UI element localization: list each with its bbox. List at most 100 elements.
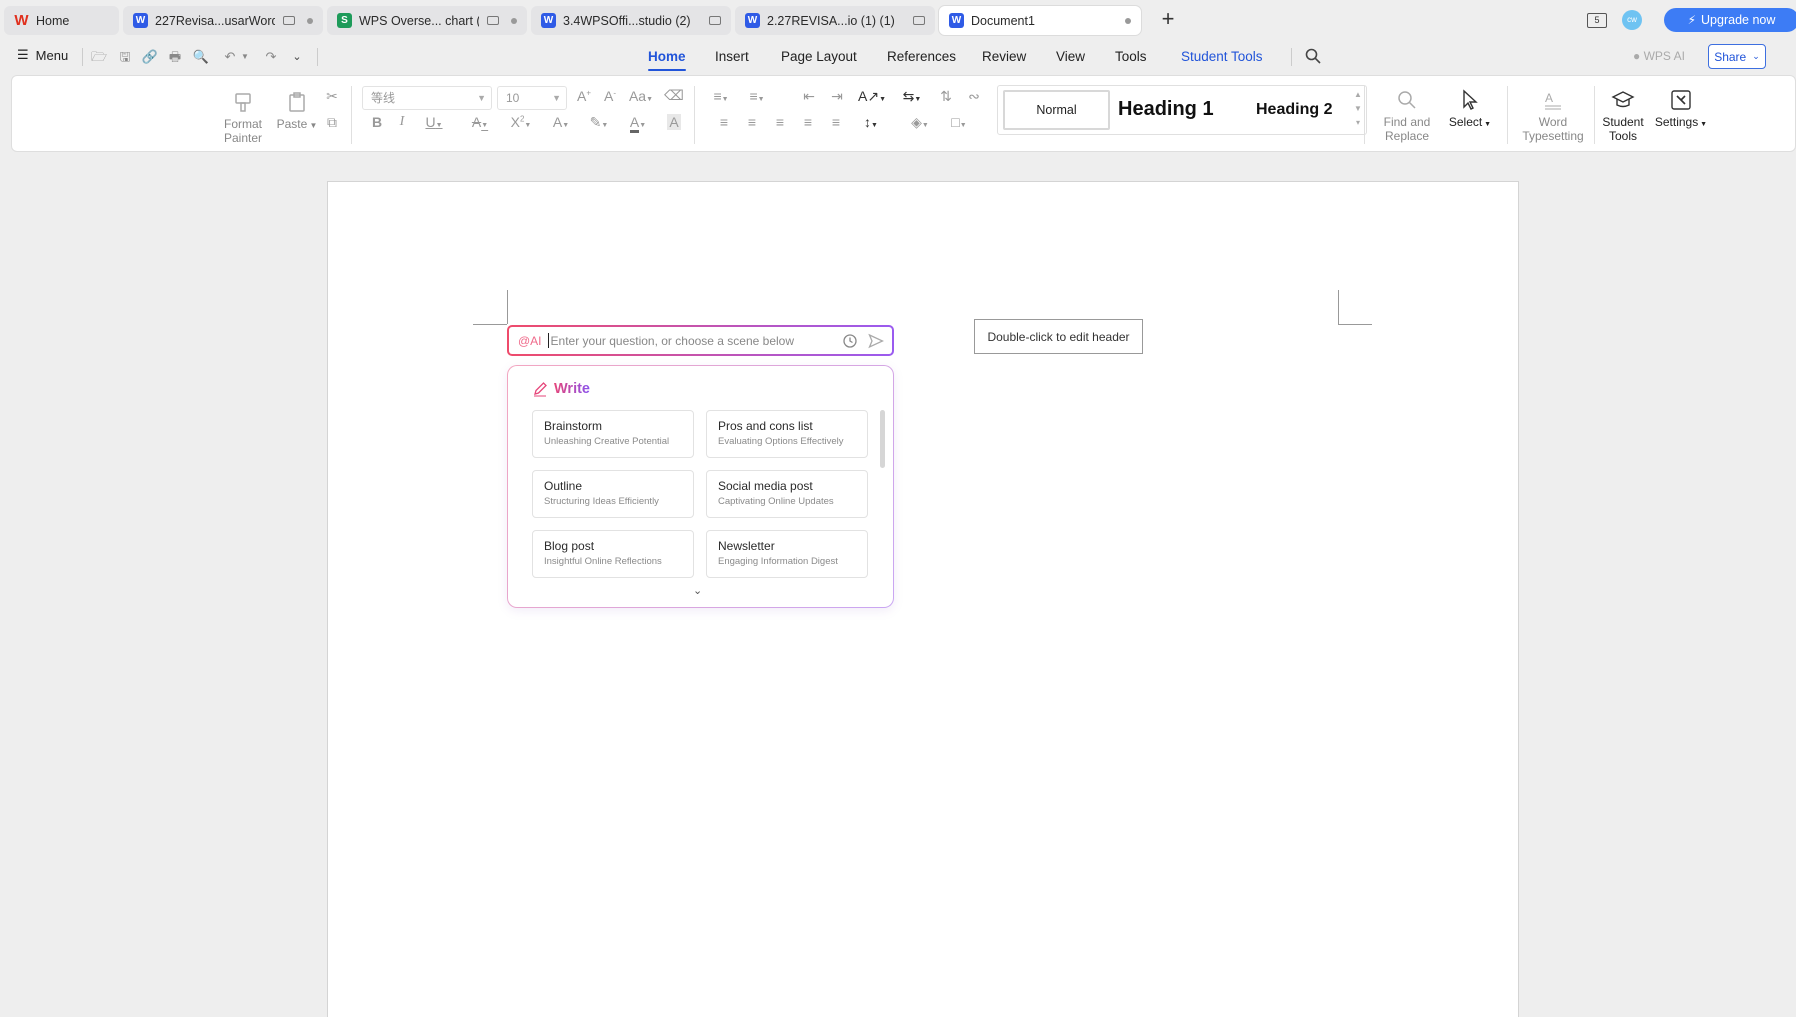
sort-icon[interactable]: ⇅	[934, 88, 958, 105]
highlight-icon[interactable]: ✎▼	[583, 114, 615, 131]
send-icon[interactable]	[868, 333, 884, 349]
monitor-icon[interactable]	[709, 16, 721, 25]
font-size-select[interactable]: 10 ▼	[497, 86, 567, 110]
tab-student-tools[interactable]: Student Tools	[1181, 49, 1263, 64]
scene-card-outline[interactable]: Outline Structuring Ideas Efficiently	[532, 470, 694, 518]
unsaved-dot-icon[interactable]	[511, 17, 517, 24]
cut-icon[interactable]: ✂	[320, 88, 344, 105]
divider	[1594, 86, 1595, 144]
superscript-icon[interactable]: X2▼	[505, 114, 537, 130]
increase-indent-icon[interactable]: ⇥	[825, 88, 849, 105]
tab-insert[interactable]: Insert	[715, 49, 749, 64]
find-replace-button[interactable]: Find and Replace	[1377, 88, 1437, 143]
borders-icon[interactable]: □▼	[944, 114, 974, 130]
scene-card-brainstorm[interactable]: Brainstorm Unleashing Creative Potential	[532, 410, 694, 458]
paste-button[interactable]: Paste ▼	[274, 90, 320, 131]
tab-label: WPS Overse... chart (5)	[359, 13, 479, 28]
tab-page-layout[interactable]: Page Layout	[781, 49, 857, 64]
monitor-icon[interactable]	[283, 16, 295, 25]
avatar[interactable]: cw	[1622, 10, 1642, 30]
menu-button[interactable]: ☰ Menu	[17, 47, 68, 63]
font-name-select[interactable]: 等线 ▼	[362, 86, 492, 110]
panel-scrollbar[interactable]	[880, 410, 885, 468]
bullets-icon[interactable]: ≡▼	[706, 88, 736, 104]
share-link-icon[interactable]: 🔗	[141, 48, 159, 66]
style-heading-2[interactable]: Heading 2	[1256, 101, 1332, 119]
styles-gallery: Normal Heading 1 Heading 2 ▲ ▼ ▾	[997, 85, 1367, 135]
justify-icon[interactable]: ≡	[796, 114, 820, 130]
print-preview-icon[interactable]: 🔍	[192, 48, 210, 66]
scene-card-newsletter[interactable]: Newsletter Engaging Information Digest	[706, 530, 868, 578]
tab-document[interactable]: W 2.27REVISA...io (1) (1)	[735, 6, 935, 35]
unsaved-dot-icon[interactable]	[307, 17, 313, 24]
decrease-indent-icon[interactable]: ⇤	[797, 88, 821, 105]
font-color-icon[interactable]: A▼	[622, 114, 654, 133]
tab-home-ribbon[interactable]: Home	[648, 49, 686, 71]
style-heading-1[interactable]: Heading 1	[1118, 98, 1214, 121]
change-case-icon[interactable]: Aa▼	[626, 88, 656, 104]
student-tools-button[interactable]: Student Tools	[1599, 88, 1647, 143]
new-tab-icon[interactable]: +	[1158, 7, 1178, 31]
tab-review[interactable]: Review	[982, 49, 1026, 64]
divider	[1291, 48, 1292, 66]
style-normal[interactable]: Normal	[1003, 90, 1110, 130]
underline-icon[interactable]: U▼	[419, 114, 449, 130]
tab-document[interactable]: W 3.4WPSOffi...studio (2)	[531, 6, 731, 35]
format-painter-button[interactable]: Format Painter	[220, 90, 266, 145]
history-icon[interactable]	[842, 333, 858, 349]
window-count-icon[interactable]: 5	[1587, 13, 1607, 28]
share-button[interactable]: Share ⌄	[1708, 44, 1766, 69]
tab-home[interactable]: W Home	[4, 6, 119, 35]
select-button[interactable]: Select ▼	[1444, 88, 1496, 129]
align-center-icon[interactable]: ≡	[740, 114, 764, 130]
tab-view[interactable]: View	[1056, 49, 1085, 64]
document-page[interactable]	[327, 181, 1519, 1017]
scene-card-social-media[interactable]: Social media post Captivating Online Upd…	[706, 470, 868, 518]
tab-document[interactable]: S WPS Overse... chart (5)	[327, 6, 527, 35]
copy-icon[interactable]: ⧉	[320, 114, 344, 131]
show-marks-icon[interactable]: ∾	[962, 88, 986, 105]
distributed-icon[interactable]: ≡	[824, 114, 848, 130]
text-direction-icon[interactable]: A↗▼	[857, 88, 887, 105]
expand-chevron-icon[interactable]: ⌄	[693, 584, 702, 597]
align-left-icon[interactable]: ≡	[712, 114, 736, 130]
bold-icon[interactable]: B	[365, 114, 389, 130]
customize-chevron-icon[interactable]: ⌄	[288, 48, 306, 66]
tab-references[interactable]: References	[887, 49, 956, 64]
character-shading-icon[interactable]: A	[662, 114, 686, 130]
line-spacing-icon[interactable]: ↕▼	[856, 114, 886, 130]
open-icon[interactable]: 🗁	[90, 48, 108, 66]
text-effects-icon[interactable]: A▼	[546, 114, 576, 130]
write-section-title: Write	[532, 381, 590, 397]
strikethrough-icon[interactable]: A▼	[465, 114, 495, 130]
convert-icon[interactable]: ⇆▼	[897, 88, 927, 105]
tab-tools[interactable]: Tools	[1115, 49, 1147, 64]
numbering-icon[interactable]: ≡▼	[742, 88, 772, 104]
clear-formatting-icon[interactable]: ⌫	[662, 87, 686, 104]
monitor-icon[interactable]	[913, 16, 925, 25]
tab-document1[interactable]: W Document1	[939, 6, 1141, 35]
paragraph-shading-icon[interactable]: ◈▼	[905, 114, 935, 131]
save-icon[interactable]: 🖫	[116, 48, 134, 66]
redo-icon[interactable]: ↷	[262, 48, 280, 66]
align-right-icon[interactable]: ≡	[768, 114, 792, 130]
decrease-font-icon[interactable]: A-	[598, 88, 622, 104]
styles-scroll[interactable]: ▲ ▼ ▾	[1353, 88, 1363, 130]
italic-icon[interactable]: I	[390, 114, 414, 130]
chevron-down-icon: ⌄	[1752, 51, 1760, 61]
settings-button[interactable]: Settings ▼	[1653, 88, 1709, 129]
ai-question-input[interactable]: @AI Enter your question, or choose a sce…	[507, 325, 894, 356]
unsaved-dot-icon[interactable]	[1125, 17, 1131, 24]
header-hint-tooltip[interactable]: Double-click to edit header	[974, 319, 1143, 354]
scene-card-pros-cons[interactable]: Pros and cons list Evaluating Options Ef…	[706, 410, 868, 458]
tab-document[interactable]: W 227Revisa...usarWord1	[123, 6, 323, 35]
word-typesetting-button[interactable]: A Word Typesetting	[1517, 88, 1589, 143]
upgrade-button[interactable]: ⚡ Upgrade now	[1664, 8, 1796, 32]
scene-card-blog-post[interactable]: Blog post Insightful Online Reflections	[532, 530, 694, 578]
increase-font-icon[interactable]: A+	[572, 88, 596, 104]
monitor-icon[interactable]	[487, 16, 499, 25]
print-icon[interactable]: 🖶	[166, 48, 184, 66]
wps-ai-button[interactable]: ● WPS AI	[1633, 49, 1685, 63]
undo-dropdown-icon[interactable]: ▼	[236, 48, 254, 66]
search-icon[interactable]	[1304, 47, 1322, 65]
